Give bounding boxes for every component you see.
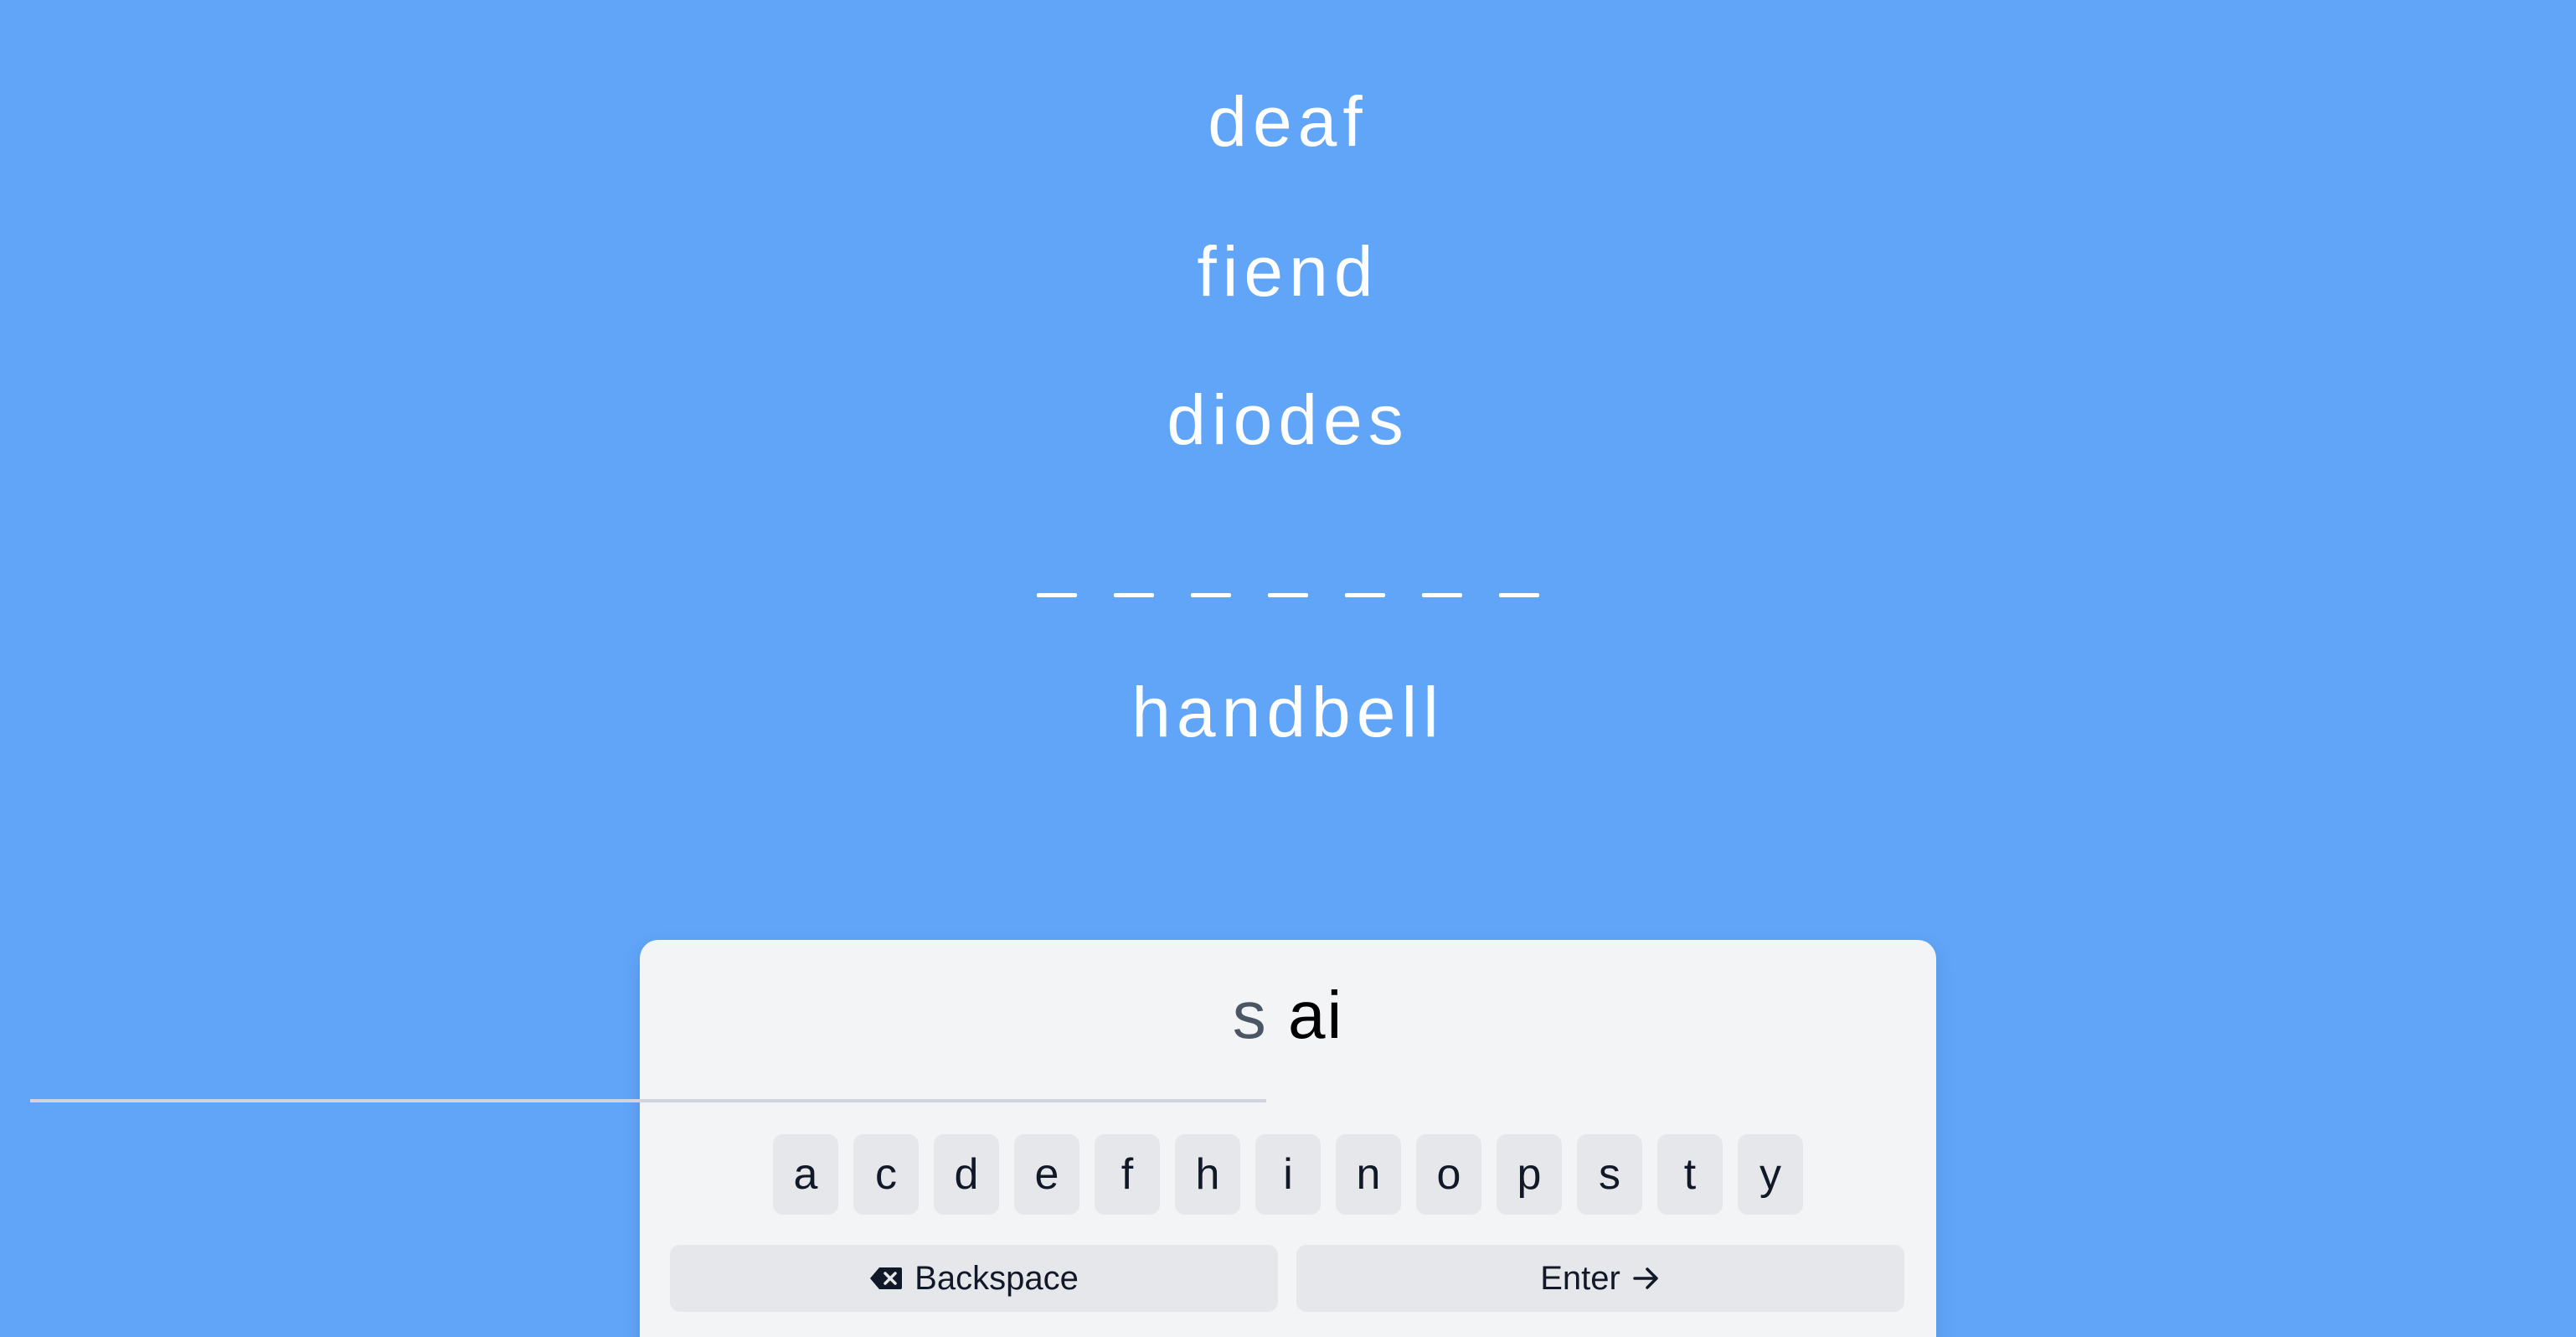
clue-word-2: fiend [1197,232,1379,311]
current-entry: s ai [640,973,1936,1057]
backspace-button[interactable]: Backspace [670,1245,1278,1312]
key-f[interactable]: f [1095,1134,1160,1215]
next-word: handbell [1131,673,1445,751]
backspace-icon [869,1267,903,1290]
key-t[interactable]: t [1657,1134,1723,1215]
key-d[interactable]: d [934,1134,999,1215]
key-e[interactable]: e [1014,1134,1079,1215]
key-h[interactable]: h [1175,1134,1240,1215]
entry-typed: ai [1287,978,1344,1052]
key-i[interactable]: i [1255,1134,1321,1215]
answer-blank [1268,593,1308,597]
enter-button[interactable]: Enter [1296,1245,1904,1312]
game-screen: deaf fiend diodes handbell s ai a c d e … [0,0,2576,1337]
key-c[interactable]: c [853,1134,919,1215]
clue-word-3: diodes [1167,380,1409,459]
key-s[interactable]: s [1577,1134,1642,1215]
enter-label: Enter [1540,1259,1620,1297]
key-y[interactable]: y [1738,1134,1803,1215]
answer-blank [1191,593,1231,597]
entry-prefix: s [1232,978,1268,1052]
key-a[interactable]: a [773,1134,838,1215]
key-o[interactable]: o [1416,1134,1481,1215]
clue-word-1: deaf [1208,82,1368,161]
arrow-right-icon [1632,1266,1661,1291]
answer-blanks [0,553,2576,603]
entry-divider [30,1099,1266,1102]
key-p[interactable]: p [1497,1134,1562,1215]
key-n[interactable]: n [1336,1134,1401,1215]
answer-blank [1114,593,1154,597]
word-list: deaf fiend diodes handbell [0,0,2576,838]
answer-blank [1037,593,1077,597]
answer-blank [1345,593,1385,597]
backspace-label: Backspace [914,1259,1079,1297]
answer-blank [1422,593,1462,597]
letter-keys: a c d e f h i n o p s t y [0,1134,2576,1215]
answer-blank [1499,593,1539,597]
